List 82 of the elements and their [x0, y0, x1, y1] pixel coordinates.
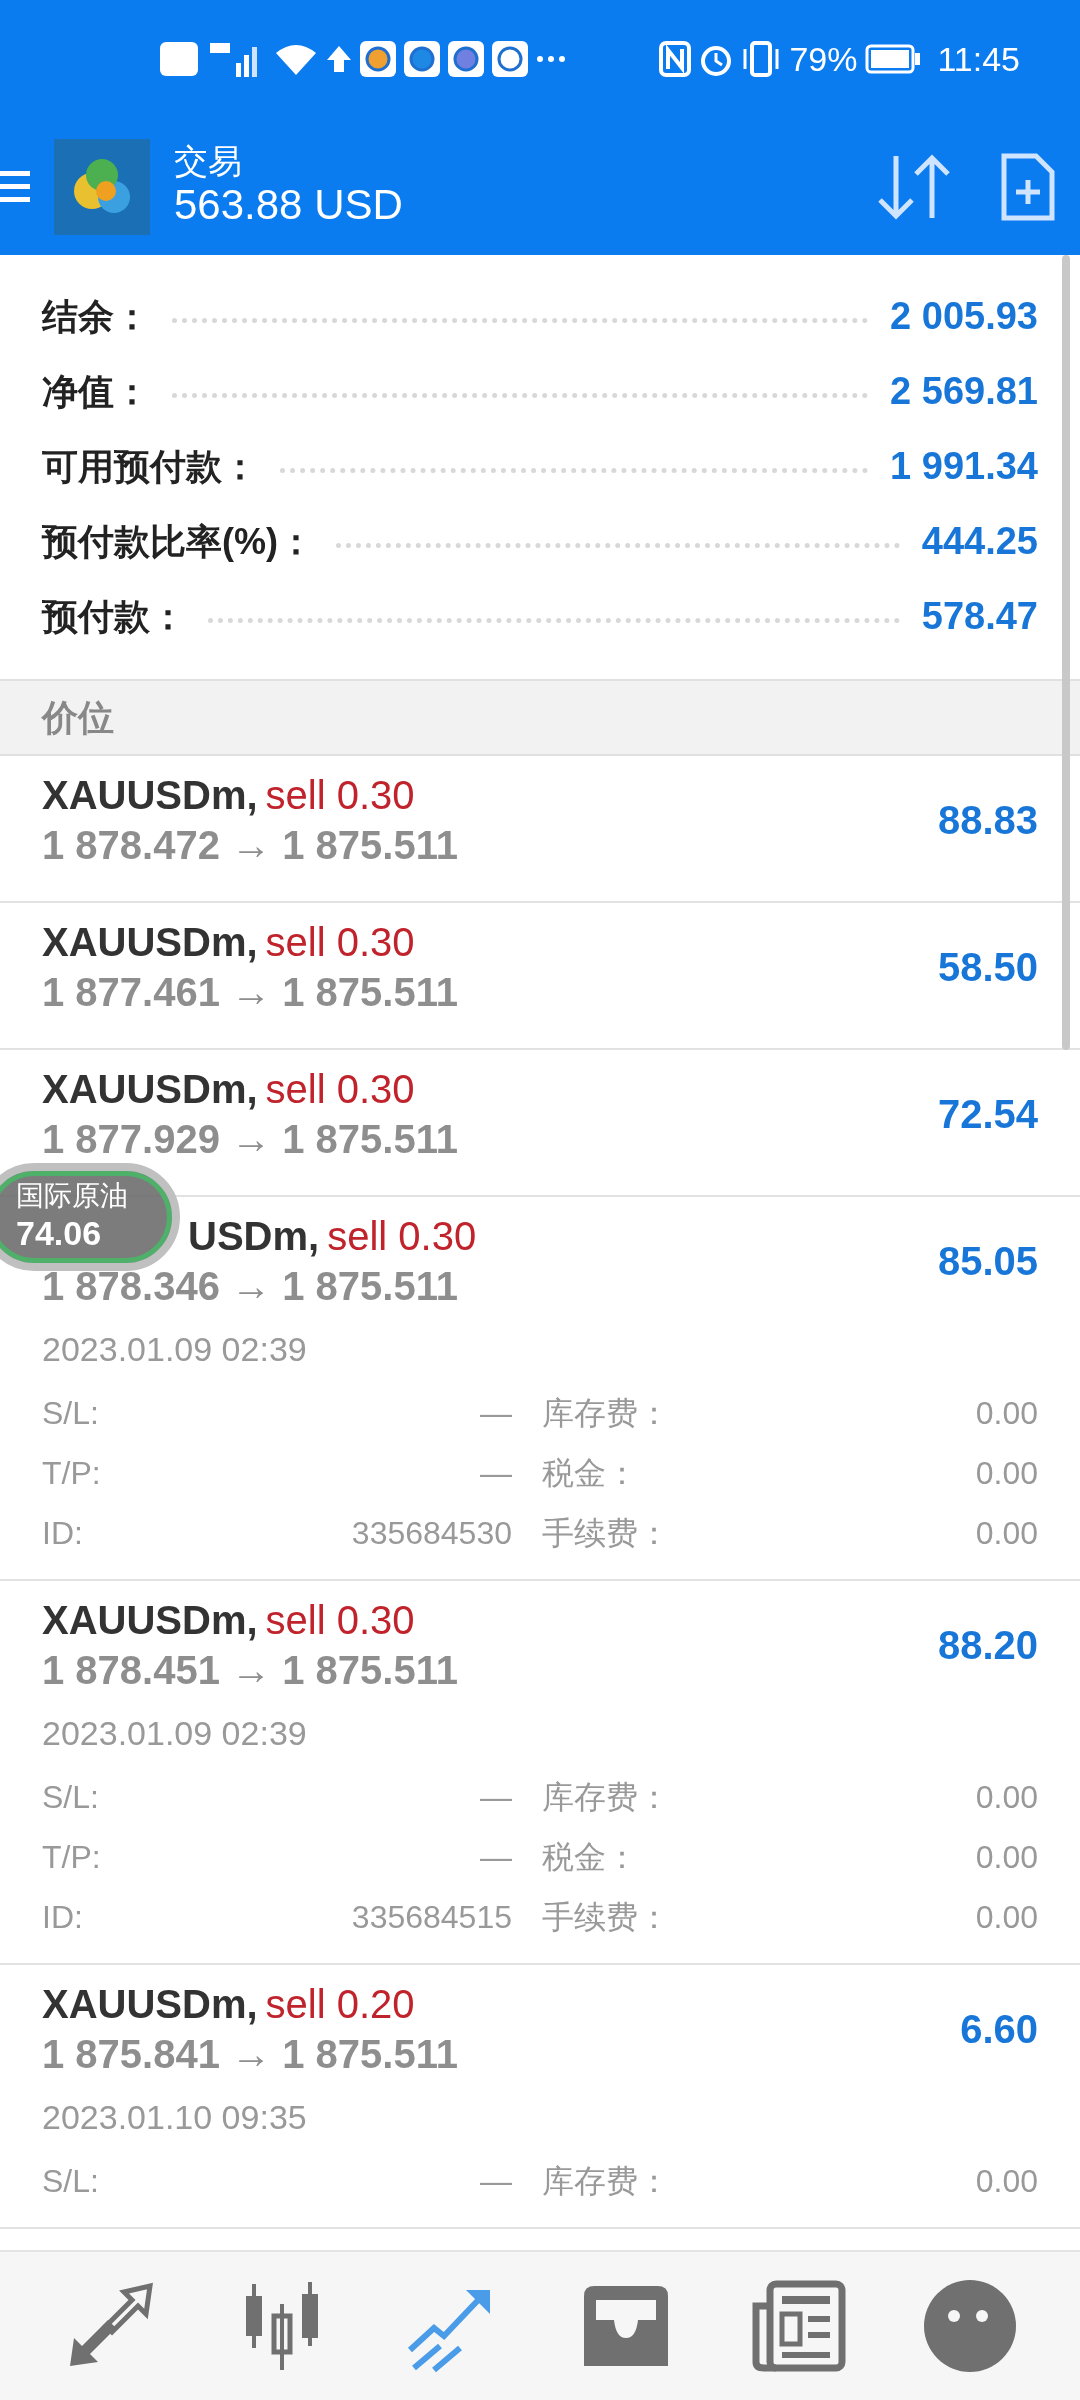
app-icon	[360, 41, 396, 77]
detail-value: —	[479, 1454, 512, 1493]
summary-value: 578.47	[921, 594, 1038, 639]
detail-value: 0.00	[974, 1394, 1038, 1433]
detail-value: 0.00	[974, 1778, 1038, 1817]
detail-value: —	[479, 1778, 512, 1817]
detail-value: 335684515	[350, 1898, 512, 1937]
detail-label: S/L:	[42, 1394, 100, 1433]
widget-name: 国际原油	[16, 1179, 129, 1213]
battery-icon	[865, 44, 922, 74]
symbol: USDm,	[188, 1213, 320, 1260]
summary-label: 预付款比率(%)：	[42, 519, 314, 564]
price-range: 1 875.841 → 1 875.511	[42, 2031, 459, 2078]
symbol: XAUUSDm,	[42, 1597, 258, 1644]
battery-percentage: 79%	[789, 38, 858, 80]
screen-title: 交易	[174, 142, 243, 180]
detail-label: T/P:	[42, 1454, 102, 1493]
app-icon	[492, 41, 528, 77]
detail-label: ID:	[42, 1514, 84, 1553]
order-side: sell 0.30	[265, 919, 415, 966]
app-icon	[448, 41, 484, 77]
detail-label: 库存费：	[542, 2162, 671, 2201]
detail-label: 税金：	[542, 1838, 639, 1877]
detail-label: 库存费：	[542, 1778, 671, 1817]
upload-icon	[326, 44, 352, 74]
order-side: sell 0.20	[265, 1981, 415, 2028]
detail-label: T/P:	[42, 1838, 102, 1877]
summary-value: 444.25	[921, 519, 1038, 564]
profit: 72.54	[937, 1091, 1038, 1138]
order-side: sell 0.30	[327, 1213, 477, 1260]
clock: 11:45	[937, 38, 1020, 80]
symbol: XAUUSDm,	[42, 1066, 258, 1113]
detail-label: S/L:	[42, 2162, 100, 2201]
order-side: sell 0.30	[265, 1066, 415, 1113]
profit: 6.60	[960, 2006, 1038, 2053]
symbol: XAUUSDm,	[42, 919, 258, 966]
summary-value: 1 991.34	[890, 444, 1038, 489]
floating-widget[interactable]: 国际原油 74.06	[0, 1163, 180, 1271]
section-title: 价位	[42, 695, 114, 740]
detail-label: 库存费：	[542, 1394, 671, 1433]
profit: 85.05	[937, 1238, 1038, 1285]
order-side: sell 0.30	[265, 772, 415, 819]
detail-value: 0.00	[974, 1898, 1038, 1937]
detail-label: S/L:	[42, 1778, 100, 1817]
open-time: 2023.01.10 09:35	[42, 2097, 307, 2138]
summary-label: 可用预付款：	[42, 444, 258, 489]
summary-label: 预付款：	[42, 594, 186, 639]
price-range: 1 878.472 → 1 875.511	[42, 822, 459, 869]
widget-price: 74.06	[16, 1213, 103, 1253]
detail-value: 0.00	[974, 1514, 1038, 1553]
profit: 88.20	[937, 1622, 1038, 1669]
profit: 88.83	[937, 797, 1038, 844]
summary-label: 结余：	[42, 294, 150, 339]
app-icon	[404, 41, 440, 77]
nfc-icon	[659, 41, 692, 77]
detail-label: 税金：	[542, 1454, 639, 1493]
price-range: 1 877.461 → 1 875.511	[42, 969, 459, 1016]
new-order-icon[interactable]	[1000, 151, 1056, 222]
detail-value: —	[479, 1838, 512, 1877]
price-range: 1 877.929 → 1 875.511	[42, 1116, 459, 1163]
detail-value: —	[479, 1394, 512, 1433]
symbol: XAUUSDm,	[42, 1981, 258, 2028]
summary-value: 2 005.93	[890, 294, 1038, 339]
account-balance: 563.88 USD	[174, 180, 403, 230]
detail-value: —	[479, 2162, 512, 2201]
open-time: 2023.01.09 02:39	[42, 1329, 307, 1370]
detail-value: 335684530	[350, 1514, 512, 1553]
detail-label: ID:	[42, 1898, 84, 1937]
summary-value: 2 569.81	[890, 369, 1038, 414]
open-time: 2023.01.09 02:39	[42, 1713, 307, 1754]
price-range: 1 878.451 → 1 875.511	[42, 1647, 459, 1694]
more-icon	[536, 54, 566, 64]
profit: 58.50	[937, 944, 1038, 991]
vibrate-icon	[741, 41, 782, 77]
detail-label: 手续费：	[542, 1898, 671, 1937]
detail-label: 手续费：	[542, 1514, 671, 1553]
summary-label: 净值：	[42, 369, 150, 414]
order-side: sell 0.30	[265, 1597, 415, 1644]
detail-value: 0.00	[974, 1454, 1038, 1493]
symbol: XAUUSDm,	[42, 772, 258, 819]
detail-value: 0.00	[974, 1838, 1038, 1877]
detail-value: 0.00	[974, 2162, 1038, 2201]
